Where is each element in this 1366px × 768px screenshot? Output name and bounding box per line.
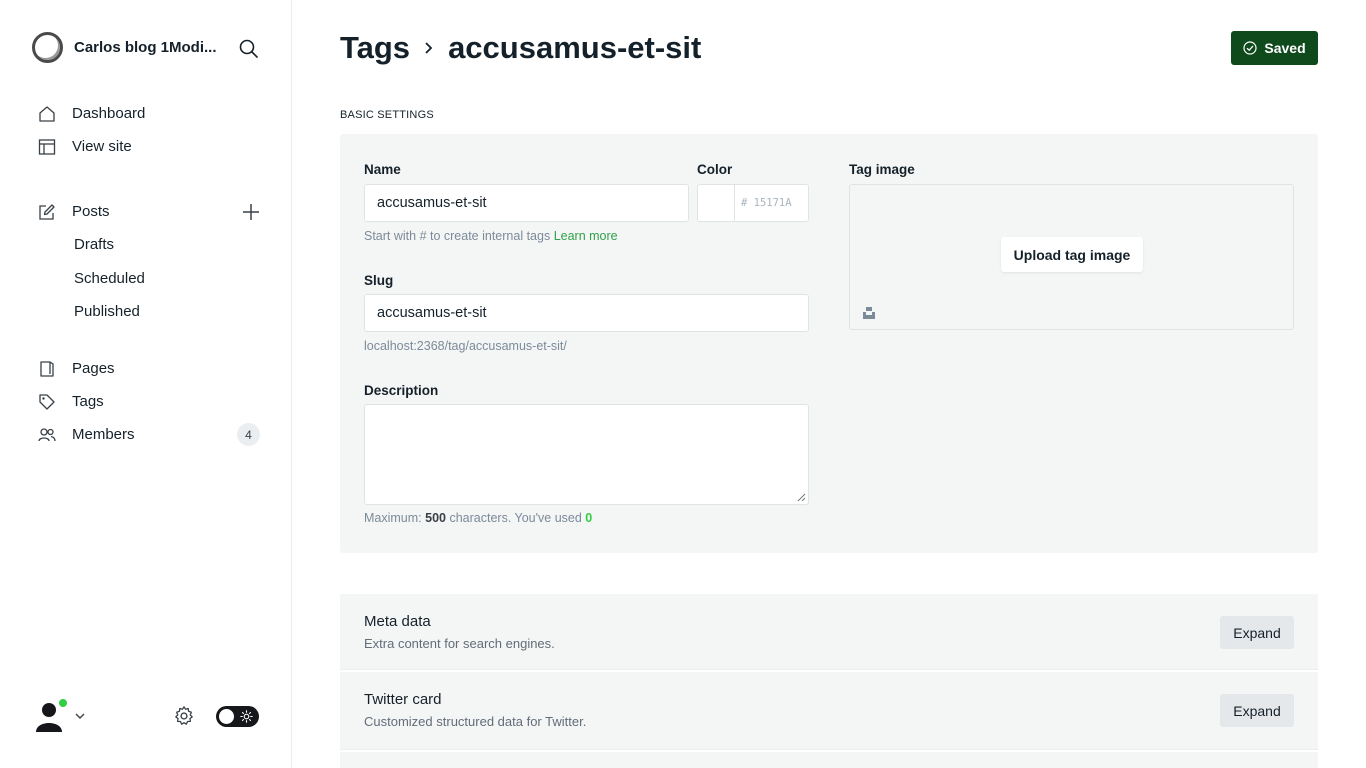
layout-icon	[38, 138, 56, 155]
tag-image-label: Tag image	[849, 162, 915, 177]
pages-icon	[40, 360, 54, 377]
desc-hint-prefix: Maximum:	[364, 511, 426, 525]
nav-secondary: Pages Tags Members 4	[38, 352, 268, 451]
meta-data-subtitle: Extra content for search engines.	[364, 636, 555, 651]
nav-label-pages: Pages	[72, 360, 115, 377]
sun-icon	[240, 710, 253, 723]
user-menu[interactable]	[34, 698, 86, 732]
site-name: Carlos blog 1Modi...	[74, 39, 217, 56]
home-icon	[39, 105, 55, 122]
description-hint: Maximum: 500 characters. You've used 0	[364, 511, 592, 525]
color-swatch[interactable]	[698, 185, 735, 221]
site-logo	[32, 32, 63, 63]
nav-label-members: Members	[72, 426, 135, 443]
saved-label: Saved	[1264, 40, 1306, 56]
nav-item-drafts[interactable]: Drafts	[38, 228, 268, 262]
breadcrumb-current: accusamus-et-sit	[448, 30, 702, 65]
tag-image-dropzone[interactable]: Upload tag image	[849, 184, 1294, 330]
next-card-partial	[340, 752, 1318, 768]
nav-item-members[interactable]: Members 4	[38, 418, 268, 451]
slug-url: localhost:2368/tag/accusamus-et-sit/	[364, 339, 567, 353]
description-label: Description	[364, 383, 439, 398]
meta-data-title: Meta data	[364, 613, 431, 630]
slug-input[interactable]: accusamus-et-sit	[364, 294, 809, 332]
edit-icon	[39, 203, 55, 220]
sidebar: Carlos blog 1Modi... Dashboard View site	[0, 0, 292, 768]
description-textarea[interactable]	[364, 404, 809, 505]
nav-item-published[interactable]: Published	[38, 295, 268, 329]
saved-button[interactable]: Saved	[1231, 31, 1318, 65]
nav-label-tags: Tags	[72, 393, 104, 410]
dark-mode-toggle[interactable]	[216, 706, 259, 727]
gear-icon[interactable]	[173, 705, 195, 727]
avatar	[34, 698, 68, 732]
slug-label: Slug	[364, 273, 394, 288]
nav-item-pages[interactable]: Pages	[38, 352, 268, 385]
basic-settings-panel: Name accusamus-et-sit Start with # to cr…	[340, 134, 1318, 553]
nav-label-view-site: View site	[72, 138, 132, 155]
desc-used: 0	[585, 511, 593, 525]
nav-label-published: Published	[74, 303, 140, 321]
name-input[interactable]: accusamus-et-sit	[364, 184, 689, 222]
nav-item-posts[interactable]: Posts	[38, 195, 268, 228]
section-label-basic-settings: BASIC SETTINGS	[340, 109, 434, 121]
twitter-card: Twitter card Customized structured data …	[340, 672, 1318, 750]
nav-primary: Dashboard View site	[38, 97, 268, 163]
color-label: Color	[697, 162, 733, 177]
desc-hint-mid: characters. You've used	[445, 511, 586, 525]
upload-tag-image-button[interactable]: Upload tag image	[1001, 237, 1143, 272]
members-icon	[38, 427, 56, 441]
nav-label-posts: Posts	[72, 203, 110, 220]
meta-data-expand-button[interactable]: Expand	[1220, 616, 1294, 649]
name-hint: Start with # to create internal tags Lea…	[364, 229, 618, 243]
online-status-dot	[58, 698, 68, 708]
check-circle-icon	[1243, 41, 1257, 55]
nav-label-drafts: Drafts	[74, 236, 115, 254]
learn-more-link[interactable]: Learn more	[554, 229, 618, 243]
chevron-right-icon	[425, 42, 433, 54]
unsplash-icon[interactable]	[862, 306, 876, 320]
name-label: Name	[364, 162, 401, 177]
nav-item-scheduled[interactable]: Scheduled	[38, 262, 268, 296]
nav-item-tags[interactable]: Tags	[38, 385, 268, 418]
site-brand[interactable]: Carlos blog 1Modi...	[32, 32, 224, 63]
resize-handle-icon[interactable]	[797, 493, 806, 502]
tag-icon	[39, 393, 55, 410]
twitter-card-title: Twitter card	[364, 691, 442, 708]
nav-posts-group: Posts Drafts Scheduled Published	[38, 195, 268, 329]
nav-item-dashboard[interactable]: Dashboard	[38, 97, 268, 130]
chevron-down-icon	[75, 713, 85, 719]
toggle-knob	[219, 709, 234, 724]
nav-label-scheduled: Scheduled	[74, 269, 145, 287]
members-count-badge: 4	[237, 423, 260, 446]
twitter-card-subtitle: Customized structured data for Twitter.	[364, 714, 587, 729]
breadcrumb-tags-link[interactable]: Tags	[340, 30, 410, 66]
page-title: Tags accusamus-et-sit	[340, 30, 701, 66]
name-hint-text: Start with # to create internal tags	[364, 229, 554, 243]
twitter-card-expand-button[interactable]: Expand	[1220, 694, 1294, 727]
nav-item-view-site[interactable]: View site	[38, 130, 268, 163]
new-post-plus-icon[interactable]	[241, 202, 261, 222]
search-icon[interactable]	[238, 38, 260, 60]
nav-label-dashboard: Dashboard	[72, 105, 146, 122]
meta-data-card: Meta data Extra content for search engin…	[340, 594, 1318, 670]
color-hex-input[interactable]: # 15171A	[735, 185, 792, 221]
desc-max: 500	[425, 511, 446, 525]
color-field: # 15171A	[697, 184, 809, 222]
